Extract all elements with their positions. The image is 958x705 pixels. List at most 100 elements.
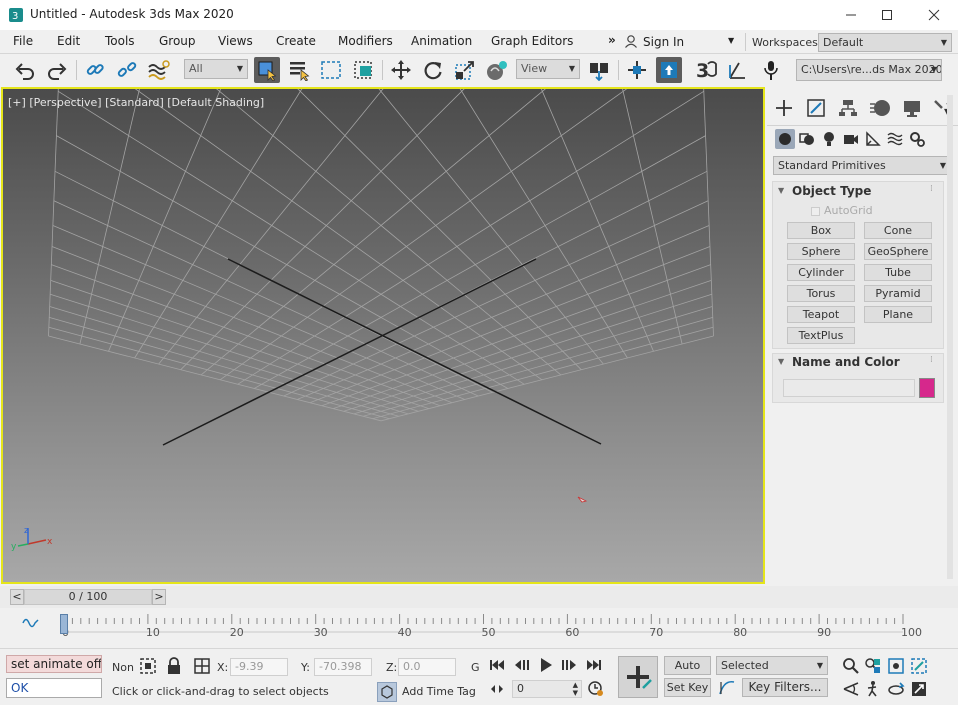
window-crossing-icon[interactable]: [350, 57, 376, 83]
time-marker[interactable]: [60, 614, 68, 634]
isolate-selection-icon[interactable]: [139, 657, 157, 678]
undo-icon[interactable]: [12, 57, 38, 83]
go-to-end-icon[interactable]: [585, 658, 603, 675]
object-color-swatch[interactable]: [919, 378, 935, 398]
next-frame-icon[interactable]: [560, 658, 578, 675]
cone-button[interactable]: Cone: [864, 222, 932, 239]
collapse-arrow-icon[interactable]: ▼: [778, 186, 784, 195]
pyramid-button[interactable]: Pyramid: [864, 285, 932, 302]
time-slider-thumb[interactable]: 0 / 100: [24, 589, 152, 605]
maxscript-listener-output[interactable]: set animate off: [6, 655, 102, 673]
auto-key-button[interactable]: Auto Key: [664, 656, 711, 689]
modify-tab-icon[interactable]: [801, 93, 831, 123]
z-coord-field[interactable]: 0.0: [398, 658, 456, 676]
cameras-icon[interactable]: [841, 129, 861, 149]
command-panel-scrollbar[interactable]: [947, 95, 953, 579]
shapes-icon[interactable]: [797, 129, 817, 149]
object-category-dropdown[interactable]: Standard Primitives ▼: [773, 156, 951, 175]
time-configuration-icon[interactable]: [588, 681, 604, 700]
time-slider-prev-button[interactable]: <: [10, 589, 24, 605]
field-of-view-icon[interactable]: [842, 680, 860, 701]
zoom-extents-icon[interactable]: [887, 657, 905, 678]
unlink-icon[interactable]: [114, 57, 140, 83]
viewport-standard-menu[interactable]: [Standard]: [105, 96, 164, 109]
menu-create[interactable]: Create: [276, 34, 316, 48]
set-keys-button[interactable]: [618, 656, 658, 698]
selection-filter-dropdown[interactable]: All ▼: [184, 59, 248, 79]
set-key-button[interactable]: Set Key: [664, 678, 711, 697]
placement-icon[interactable]: [484, 57, 510, 83]
cylinder-button[interactable]: Cylinder: [787, 264, 855, 281]
walk-through-icon[interactable]: [864, 680, 882, 701]
torus-button[interactable]: Torus: [787, 285, 855, 302]
perspective-viewport[interactable]: x z y [+] [Perspective] [Standard] [Defa…: [1, 87, 765, 584]
default-in-out-tangents-icon[interactable]: [718, 680, 736, 699]
textplus-button[interactable]: TextPlus: [787, 327, 855, 344]
object-name-input[interactable]: [783, 379, 915, 397]
current-frame-field[interactable]: 0 ▲ ▼: [512, 680, 582, 698]
add-time-tag-label[interactable]: Add Time Tag: [402, 685, 476, 698]
menu-animation[interactable]: Animation: [411, 34, 472, 48]
select-object-icon[interactable]: [254, 57, 280, 83]
angle-snap-icon[interactable]: [724, 57, 750, 83]
object-type-title[interactable]: Object Type: [792, 184, 871, 198]
go-to-start-icon[interactable]: [488, 658, 506, 675]
viewport-shading-menu[interactable]: [Default Shading]: [167, 96, 264, 109]
geosphere-button[interactable]: GeoSphere: [864, 243, 932, 260]
autogrid-checkbox[interactable]: [811, 207, 820, 216]
display-tab-icon[interactable]: [897, 93, 927, 123]
reference-coordinate-dropdown[interactable]: View ▼: [516, 59, 580, 79]
name-and-color-title[interactable]: Name and Color: [792, 355, 900, 369]
previous-frame-icon[interactable]: [513, 658, 531, 675]
tube-button[interactable]: Tube: [864, 264, 932, 281]
menu-overflow-icon[interactable]: »: [608, 33, 616, 47]
key-filters-button[interactable]: Key Filters...: [742, 678, 828, 697]
key-mode-toggle-icon[interactable]: [490, 683, 504, 698]
zoom-all-icon[interactable]: [864, 657, 882, 678]
close-button[interactable]: [911, 0, 957, 30]
bind-space-warp-icon[interactable]: [146, 57, 172, 83]
menu-views[interactable]: Views: [218, 34, 253, 48]
pivot-center-icon[interactable]: [586, 57, 612, 83]
menu-graph-editors[interactable]: Graph Editors: [491, 34, 573, 48]
key-mode-dropdown[interactable]: Selected ▼: [716, 656, 828, 675]
absolute-offset-mode-icon[interactable]: [193, 657, 211, 678]
maximize-viewport-toggle-icon[interactable]: [910, 680, 928, 701]
spinner-icon[interactable]: ▲ ▼: [573, 681, 578, 697]
geometry-icon[interactable]: [775, 129, 795, 149]
systems-icon[interactable]: [907, 129, 927, 149]
workspace-dropdown[interactable]: Default ▼: [818, 33, 952, 52]
menu-file[interactable]: File: [13, 34, 33, 48]
orbit-icon[interactable]: [887, 680, 905, 701]
add-time-tag-icon[interactable]: [377, 682, 397, 702]
rotate-icon[interactable]: [420, 57, 446, 83]
microphone-icon[interactable]: [758, 57, 784, 83]
motion-tab-icon[interactable]: [865, 93, 895, 123]
snaps-toggle-icon[interactable]: 3: [694, 57, 720, 83]
collapse-arrow-icon[interactable]: ▼: [778, 357, 784, 366]
redo-icon[interactable]: [44, 57, 70, 83]
x-coord-field[interactable]: -9.39: [230, 658, 288, 676]
scale-icon[interactable]: [452, 57, 478, 83]
zoom-icon[interactable]: [842, 657, 860, 678]
select-and-manipulate-icon[interactable]: [624, 57, 650, 83]
maxscript-listener-input[interactable]: OK: [6, 678, 102, 698]
hierarchy-tab-icon[interactable]: [833, 93, 863, 123]
zoom-extents-all-icon[interactable]: [910, 657, 928, 678]
keyboard-shortcut-override-icon[interactable]: [656, 57, 682, 83]
create-tab-icon[interactable]: [769, 93, 799, 123]
sphere-button[interactable]: Sphere: [787, 243, 855, 260]
time-slider-next-button[interactable]: >: [152, 589, 166, 605]
lock-selection-icon[interactable]: [166, 657, 182, 678]
sign-in-dropdown[interactable]: Sign In ▼: [620, 32, 742, 52]
box-button[interactable]: Box: [787, 222, 855, 239]
plane-button[interactable]: Plane: [864, 306, 932, 323]
link-icon[interactable]: [82, 57, 108, 83]
menu-group[interactable]: Group: [159, 34, 196, 48]
helpers-icon[interactable]: [863, 129, 883, 149]
teapot-button[interactable]: Teapot: [787, 306, 855, 323]
move-icon[interactable]: [388, 57, 414, 83]
viewport-menu-plus[interactable]: [+]: [8, 96, 26, 109]
viewport-point-of-view-menu[interactable]: [Perspective]: [29, 96, 101, 109]
y-coord-field[interactable]: -70.398: [314, 658, 372, 676]
